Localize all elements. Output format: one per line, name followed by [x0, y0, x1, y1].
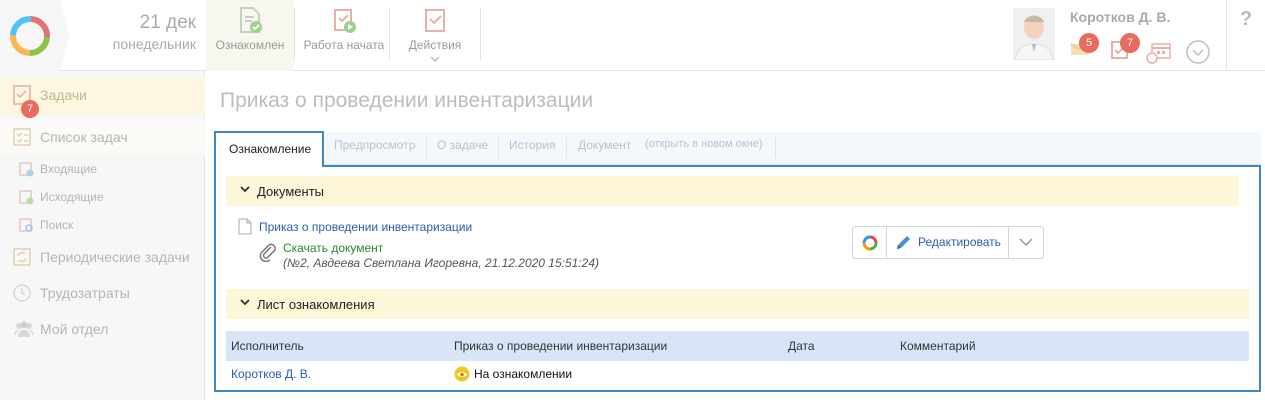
actions-button[interactable]: Действия: [394, 0, 476, 71]
calendar-icon: [1146, 43, 1171, 64]
tab-bar: Предпросмотр О задаче История Документ (…: [216, 132, 1261, 165]
open-in-new-window-link[interactable]: (открыть в новом окне): [645, 138, 763, 160]
document-check-icon: [240, 7, 262, 33]
tab-about-task[interactable]: О задаче: [437, 138, 488, 160]
sidebar-item-label: Входящие: [40, 162, 97, 176]
task-play-icon: [334, 9, 356, 33]
clock-icon: [13, 284, 31, 302]
document-actions-group: Редактировать: [852, 226, 1044, 259]
tasks-button[interactable]: 7: [1110, 33, 1140, 63]
documents-section-title: Документы: [257, 184, 325, 199]
page-title: Приказ о проведении инвентаризации: [220, 89, 594, 112]
download-document-link[interactable]: Скачать документ: [283, 241, 383, 255]
tab-history[interactable]: История: [509, 138, 556, 160]
sidebar-item-label: Исходящие: [40, 190, 104, 204]
tasks-count-badge: 7: [21, 100, 39, 118]
sidebar-item-time-tracking[interactable]: Трудозатраты: [0, 275, 205, 311]
tab-divider: [426, 138, 427, 158]
checklist-icon: [13, 128, 31, 146]
mail-button[interactable]: 5: [1070, 33, 1099, 59]
chevron-down-icon: [240, 299, 250, 306]
help-button[interactable]: ?: [1226, 0, 1265, 71]
document-meta: (№2, Авдеева Светлана Игоревна, 21.12.20…: [283, 256, 600, 270]
sidebar-item-task-list[interactable]: Список задач: [0, 119, 205, 155]
sidebar-item-periodic-tasks[interactable]: Периодические задачи: [0, 239, 205, 275]
edit-label: Редактировать: [918, 235, 1001, 249]
task-count-badge: 7: [1120, 33, 1140, 53]
tab-divider: [566, 138, 567, 158]
column-date[interactable]: Дата: [788, 339, 815, 353]
sidebar-item-label: Поиск: [40, 218, 74, 232]
user-avatar[interactable]: [1013, 8, 1055, 61]
edit-button[interactable]: Редактировать: [887, 227, 1009, 258]
tab-acquaintance-label: Ознакомление: [229, 142, 312, 156]
sidebar-item-outgoing[interactable]: Исходящие: [0, 183, 205, 211]
sidebar-item-search[interactable]: Поиск: [0, 211, 205, 239]
acquaintance-section-header[interactable]: Лист ознакомления: [226, 289, 1249, 319]
actions-label: Действия: [408, 38, 462, 52]
document-icon: [238, 218, 252, 235]
pencil-icon: [897, 236, 910, 249]
document-link[interactable]: Приказ о проведении инвентаризации: [259, 220, 472, 234]
acquaintance-panel: Документы Приказ о проведении инвентариз…: [214, 165, 1261, 392]
app-window: 21 дек понедельник Ознакомлен Работа нач…: [0, 0, 1265, 400]
sidebar-item-label: Мой отдел: [40, 321, 109, 337]
work-started-label: Работа начата: [303, 38, 385, 52]
app-logo-icon: [862, 235, 878, 251]
date-weekday: понедельник: [112, 36, 196, 52]
acknowledged-button[interactable]: Ознакомлен: [206, 0, 294, 71]
user-name[interactable]: Коротков Д. В.: [1070, 9, 1170, 25]
current-date: 21 дек понедельник: [80, 12, 196, 54]
sidebar-item-incoming[interactable]: Входящие: [0, 155, 205, 183]
sidebar-item-my-department[interactable]: Мой отдел: [0, 311, 205, 347]
sidebar-item-label: Периодические задачи: [40, 249, 190, 265]
column-comment[interactable]: Комментарий: [900, 339, 976, 353]
top-header: 21 дек понедельник Ознакомлен Работа нач…: [0, 0, 1265, 71]
tab-divider: [498, 138, 499, 158]
user-menu-button[interactable]: [1186, 40, 1210, 67]
acquaintance-section-title: Лист ознакомления: [257, 297, 375, 312]
column-executor[interactable]: Исполнитель: [231, 339, 304, 353]
sidebar-item-label: Список задач: [40, 129, 128, 145]
toolbar-divider: [389, 8, 390, 60]
sidebar: 7 Задачи Список задач Входящие Исходящие…: [0, 71, 205, 400]
calendar-button[interactable]: [1146, 42, 1172, 67]
date-day: 21 дек: [139, 12, 196, 33]
toolbar-divider: [480, 8, 481, 60]
more-actions-button[interactable]: [1009, 227, 1043, 258]
search-task-icon: [19, 218, 33, 232]
chevron-circle-down-icon: [1186, 40, 1210, 64]
table-row: Коротков Д. В. На ознакомлении: [226, 361, 1249, 388]
recurring-icon: [13, 248, 31, 266]
paperclip-icon: [259, 243, 276, 262]
inbox-task-icon: [19, 162, 34, 177]
chevron-down-icon: [430, 56, 440, 62]
app-logo[interactable]: [0, 0, 70, 71]
mail-count-badge: 5: [1079, 33, 1099, 53]
executor-link[interactable]: Коротков Д. В.: [231, 367, 311, 381]
tab-document[interactable]: Документ: [578, 138, 631, 160]
outbox-task-icon: [19, 190, 34, 205]
acquaintance-table-header: Исполнитель Приказ о проведении инвентар…: [226, 331, 1249, 361]
task-check-icon: [425, 9, 445, 32]
chevron-down-icon: [1019, 238, 1033, 247]
tab-preview[interactable]: Предпросмотр: [334, 138, 415, 160]
eye-icon: [454, 366, 470, 382]
chevron-down-icon: [240, 186, 250, 193]
sidebar-item-label: Трудозатраты: [40, 285, 130, 301]
work-started-button[interactable]: Работа начата: [300, 0, 388, 71]
tab-divider: [775, 138, 776, 158]
documents-section-header[interactable]: Документы: [226, 176, 1239, 206]
sidebar-item-tasks[interactable]: 7 Задачи: [0, 77, 205, 118]
acknowledged-label: Ознакомлен: [215, 38, 285, 52]
sidebar-item-label: Задачи: [40, 87, 88, 103]
help-icon: ?: [1239, 8, 1253, 30]
open-in-app-button[interactable]: [853, 227, 887, 258]
column-document[interactable]: Приказ о проведении инвентаризации: [454, 339, 667, 353]
tab-acquaintance[interactable]: Ознакомление: [214, 131, 324, 167]
toolbar-divider: [294, 8, 295, 60]
status-text: На ознакомлении: [474, 367, 573, 381]
team-icon: [14, 321, 34, 337]
